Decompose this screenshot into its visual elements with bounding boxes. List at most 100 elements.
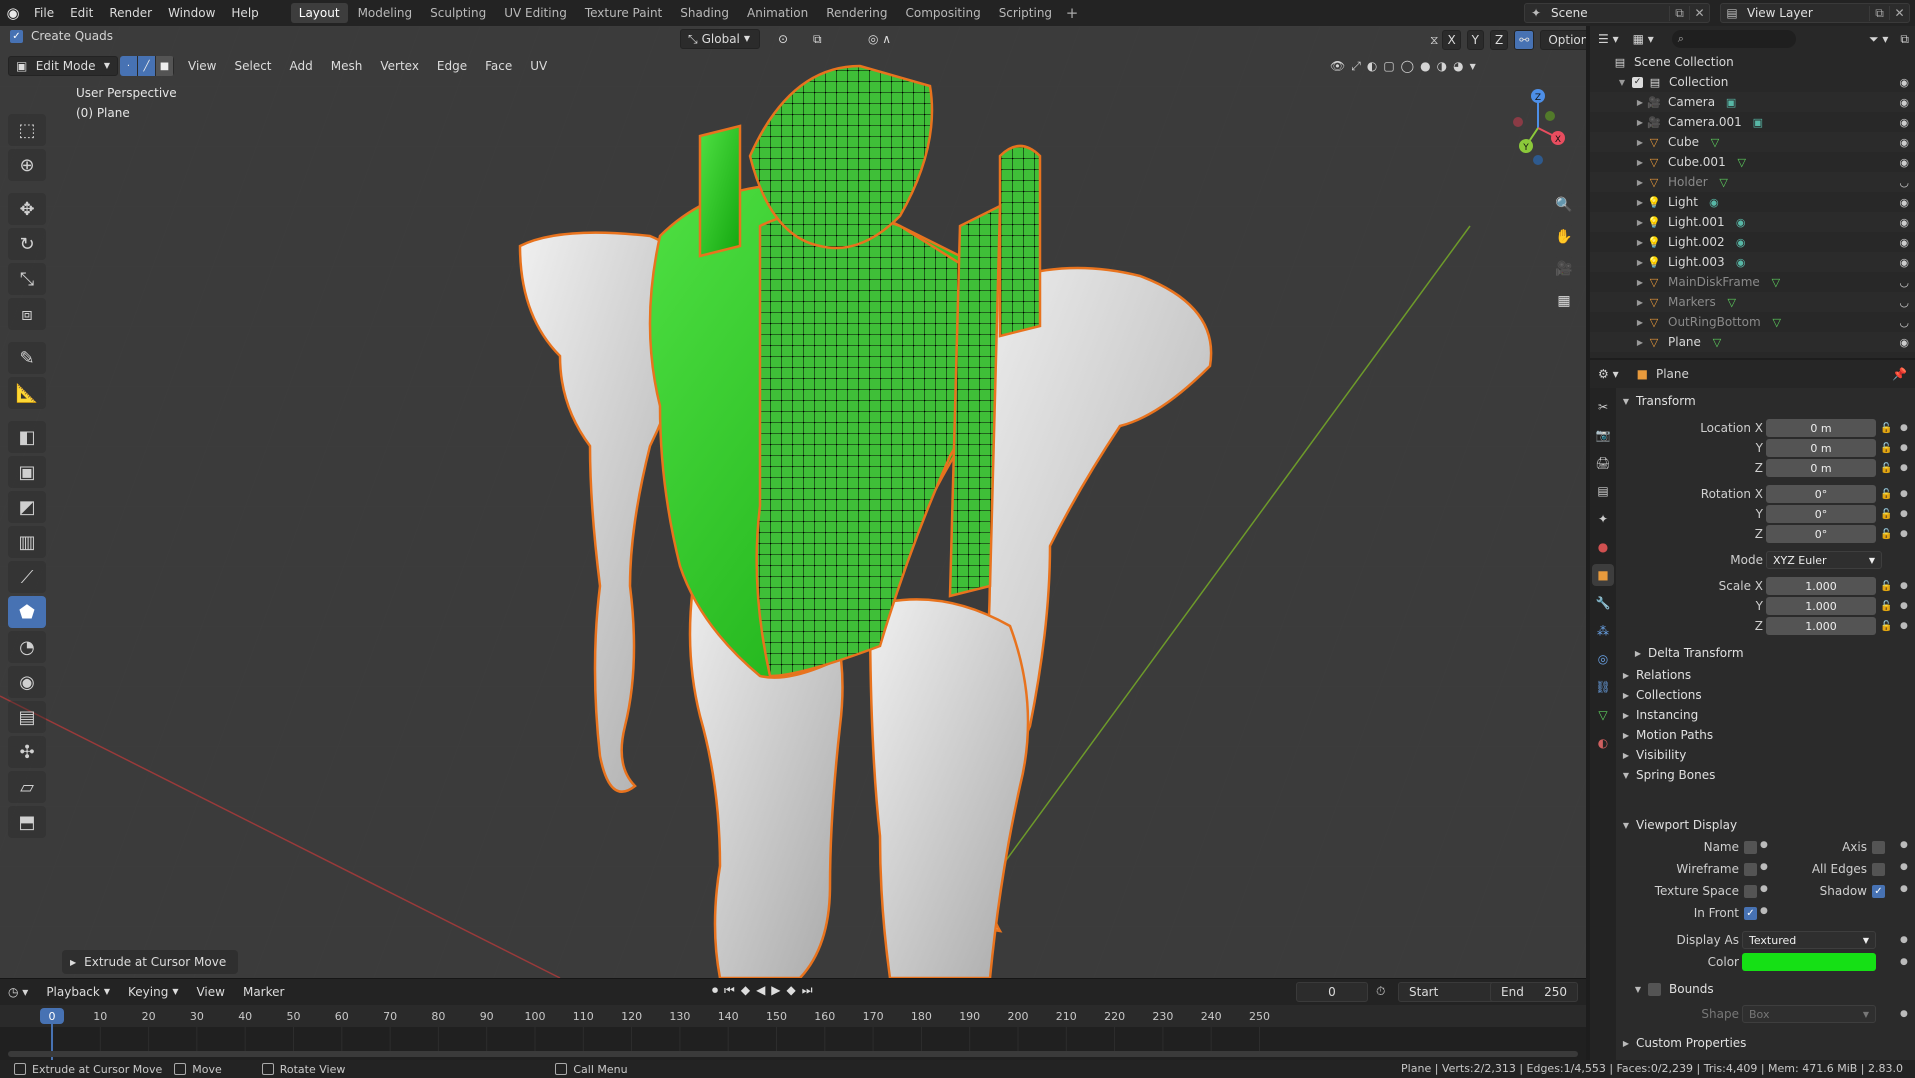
tool-tab-icon[interactable]: ✂: [1592, 396, 1614, 418]
outliner-item[interactable]: ▶ 💡 Light.001 ◉ ◉: [1590, 212, 1915, 232]
collapsed-panel-header[interactable]: ▼ Spring Bones: [1616, 764, 1915, 786]
ortho-grid-icon[interactable]: ▦: [1550, 288, 1578, 314]
keyframe-dot-icon[interactable]: ●: [1760, 840, 1768, 850]
smooth-icon[interactable]: ◉: [8, 666, 46, 698]
outliner-item-name[interactable]: Camera: [1662, 95, 1715, 109]
knife-icon[interactable]: ⟋: [8, 561, 46, 593]
gizmo-toggle-icon[interactable]: ⤢: [1351, 59, 1361, 74]
menu-view[interactable]: View: [180, 56, 224, 76]
mesh-data-icon[interactable]: ▽: [1724, 295, 1740, 309]
bounds-header[interactable]: ▼ Bounds: [1616, 978, 1915, 1000]
tab-animation[interactable]: Animation: [739, 3, 816, 23]
eye-closed-icon[interactable]: ◡: [1899, 316, 1909, 329]
collapsed-panel-header[interactable]: ▶ Relations: [1616, 664, 1915, 686]
scale-y-field[interactable]: 1.000: [1766, 597, 1876, 615]
eye-icon[interactable]: ◉: [1899, 136, 1909, 149]
jump-start-icon[interactable]: ⏮: [724, 983, 735, 998]
create-quads-checkbox[interactable]: ✓: [10, 29, 23, 43]
expand-arrow-icon[interactable]: ▼: [1616, 78, 1628, 87]
expand-arrow-icon[interactable]: ▶: [1634, 158, 1646, 167]
inset-faces-icon[interactable]: ▣: [8, 456, 46, 488]
xray-toggle-icon[interactable]: ▢: [1383, 59, 1394, 73]
blender-logo-icon[interactable]: ◉: [0, 0, 26, 26]
outliner-item-name[interactable]: MainDiskFrame: [1662, 275, 1760, 289]
collapsed-panel-header[interactable]: ▶ Motion Paths: [1616, 724, 1915, 746]
eye-closed-icon[interactable]: ◡: [1899, 176, 1909, 189]
tab-scripting[interactable]: Scripting: [991, 3, 1060, 23]
material-shading-icon[interactable]: ◑: [1437, 59, 1447, 73]
eye-icon[interactable]: ◉: [1899, 236, 1909, 249]
keyframe-dot-icon[interactable]: ●: [1900, 840, 1908, 850]
tab-texture-paint[interactable]: Texture Paint: [577, 3, 670, 23]
world-tab-icon[interactable]: ●: [1592, 536, 1614, 558]
vertex-select-icon[interactable]: ·: [120, 56, 138, 76]
color-swatch[interactable]: [1742, 953, 1876, 971]
timeline-ruler[interactable]: 10 20 30 40 50 60 70 80 90 100 110 120 130 140 150 160 1…: [0, 1005, 1586, 1061]
overlay-toggle-icon[interactable]: ◐: [1367, 59, 1377, 73]
view-layer-selector[interactable]: ▤ View Layer ⧉ ✕: [1720, 3, 1910, 23]
poly-build-icon[interactable]: ⬟: [8, 596, 46, 628]
lock-icon[interactable]: 🔓: [1880, 443, 1892, 454]
mirror-z-toggle[interactable]: Z: [1490, 30, 1509, 50]
outliner-item[interactable]: ▶ 🎥 Camera ▣ ◉: [1590, 92, 1915, 112]
outliner-item-name[interactable]: Cube: [1662, 135, 1699, 149]
bounds-checkbox[interactable]: [1648, 982, 1661, 996]
eye-icon[interactable]: ◉: [1899, 96, 1909, 109]
lock-icon[interactable]: 🔓: [1880, 509, 1892, 520]
eye-icon[interactable]: ◉: [1899, 76, 1909, 89]
next-keyframe-icon[interactable]: ◆: [787, 983, 796, 998]
eye-closed-icon[interactable]: ◡: [1899, 276, 1909, 289]
extrude-region-icon[interactable]: ◧: [8, 421, 46, 453]
edge-select-icon[interactable]: ╱: [138, 56, 156, 76]
scene-name[interactable]: Scene: [1547, 6, 1669, 20]
collapsed-panel-header[interactable]: ▶ Visibility: [1616, 744, 1915, 766]
rotate-icon[interactable]: ↻: [8, 228, 46, 260]
tab-compositing[interactable]: Compositing: [897, 3, 988, 23]
add-workspace-icon[interactable]: +: [1062, 4, 1082, 22]
lock-icon[interactable]: 🔓: [1880, 463, 1892, 474]
outliner-item[interactable]: ▶ ▽ Plane ▽ ◉: [1590, 332, 1915, 352]
light-data-icon[interactable]: ◉: [1733, 215, 1749, 229]
pan-hand-icon[interactable]: ✋: [1550, 224, 1578, 250]
eye-icon[interactable]: ◉: [1899, 336, 1909, 349]
tab-sculpting[interactable]: Sculpting: [422, 3, 494, 23]
lock-icon[interactable]: 🔓: [1880, 423, 1892, 434]
mesh-data-icon[interactable]: ▽: [1769, 315, 1785, 329]
spin-icon[interactable]: ◔: [8, 631, 46, 663]
render-tab-icon[interactable]: 📷: [1592, 424, 1614, 446]
expand-arrow-icon[interactable]: ▶: [1634, 98, 1646, 107]
keyframe-dot-icon[interactable]: ●: [1900, 621, 1908, 631]
tab-shading[interactable]: Shading: [672, 3, 737, 23]
orientation-dropdown[interactable]: ⤡ Global ▼: [680, 29, 760, 49]
proportional-edit-toggle[interactable]: ◎ ∧: [860, 29, 899, 49]
keyframe-dot-icon[interactable]: ●: [1900, 862, 1908, 872]
tab-modeling[interactable]: Modeling: [350, 3, 421, 23]
menu-window[interactable]: Window: [160, 2, 223, 24]
outliner-item[interactable]: ▶ ▽ Holder ▽ ◡: [1590, 172, 1915, 192]
rotation-y-field[interactable]: 0°: [1766, 505, 1876, 523]
properties-editor-type-icon[interactable]: ⚙ ▾: [1598, 367, 1619, 381]
menu-playback[interactable]: Playback ▼: [38, 982, 118, 1002]
menu-add[interactable]: Add: [282, 56, 321, 76]
viewport-scene[interactable]: [0, 26, 1586, 978]
face-select-icon[interactable]: ■: [156, 56, 174, 76]
outliner-item-name[interactable]: Light: [1662, 195, 1698, 209]
view-layer-copy-icon[interactable]: ⧉: [1869, 5, 1889, 21]
cursor-icon[interactable]: ⊕: [8, 149, 46, 181]
vd-name-checkbox[interactable]: [1744, 841, 1757, 854]
location-y-field[interactable]: 0 m: [1766, 439, 1876, 457]
eye-icon[interactable]: ◉: [1899, 216, 1909, 229]
light-data-icon[interactable]: ◉: [1706, 195, 1722, 209]
outliner-item-name[interactable]: Light.003: [1662, 255, 1725, 269]
eye-icon[interactable]: ◉: [1899, 116, 1909, 129]
jump-end-icon[interactable]: ⏭: [802, 983, 813, 998]
outliner-item[interactable]: ▶ ▽ Markers ▽ ◡: [1590, 292, 1915, 312]
record-icon[interactable]: ⏺: [712, 983, 718, 998]
location-z-field[interactable]: 0 m: [1766, 459, 1876, 477]
tab-layout[interactable]: Layout: [290, 3, 348, 23]
loop-cut-icon[interactable]: ▥: [8, 526, 46, 558]
menu-file[interactable]: File: [26, 2, 62, 24]
filter-icon[interactable]: ⏷ ▾: [1869, 32, 1888, 47]
keyframe-dot-icon[interactable]: ●: [1900, 1009, 1908, 1019]
mirror-y-toggle[interactable]: Y: [1466, 30, 1485, 50]
